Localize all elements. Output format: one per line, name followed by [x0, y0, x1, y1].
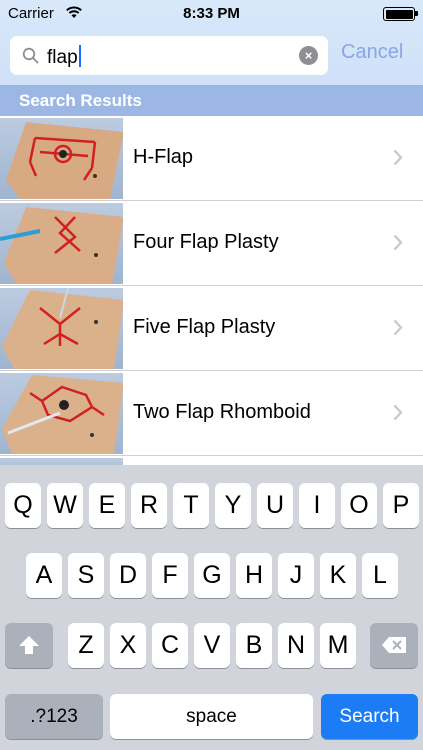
battery-icon [383, 7, 418, 21]
shift-icon [19, 636, 39, 654]
result-title: Four Flap Plasty [133, 231, 279, 253]
result-title: Two Flap Rhomboid [133, 401, 311, 423]
clear-text-icon[interactable]: × [299, 46, 318, 65]
key-w[interactable]: W [47, 483, 83, 528]
list-item-five-flap-plasty[interactable]: Five Flap Plasty [0, 286, 423, 371]
key-z[interactable]: Z [68, 623, 104, 668]
key-l[interactable]: L [362, 553, 398, 598]
two-flap-rhomboid-thumbnail [0, 373, 123, 454]
keyboard: Q W E R T Y U I O P A S D F G H J K L Z … [0, 465, 423, 750]
list-item-two-flap-rhomboid[interactable]: Two Flap Rhomboid [0, 371, 423, 456]
search-key[interactable]: Search [321, 694, 418, 739]
chevron-right-icon [393, 319, 403, 336]
key-t[interactable]: T [173, 483, 209, 528]
top-bar: Carrier 8:33 PM flap × Cancel [0, 0, 423, 85]
result-title: Five Flap Plasty [133, 316, 276, 338]
key-a[interactable]: A [26, 553, 62, 598]
key-b[interactable]: B [236, 623, 272, 668]
key-j[interactable]: J [278, 553, 314, 598]
key-e[interactable]: E [89, 483, 125, 528]
shift-key[interactable] [5, 623, 53, 668]
numbers-key[interactable]: .?123 [5, 694, 103, 739]
results-list: H-Flap Four Flap Plasty Five Flap Plasty [0, 116, 423, 478]
chevron-right-icon [393, 149, 403, 166]
delete-key[interactable] [370, 623, 418, 668]
backspace-icon [382, 637, 406, 653]
four-flap-plasty-thumbnail [0, 203, 123, 284]
h-flap-thumbnail [0, 118, 123, 199]
chevron-right-icon [393, 404, 403, 421]
status-time: 8:33 PM [183, 5, 240, 22]
key-r[interactable]: R [131, 483, 167, 528]
key-h[interactable]: H [236, 553, 272, 598]
list-item-four-flap-plasty[interactable]: Four Flap Plasty [0, 201, 423, 286]
key-p[interactable]: P [383, 483, 419, 528]
key-d[interactable]: D [110, 553, 146, 598]
list-item-h-flap[interactable]: H-Flap [0, 116, 423, 201]
key-o[interactable]: O [341, 483, 377, 528]
result-title: H-Flap [133, 146, 194, 168]
key-u[interactable]: U [257, 483, 293, 528]
key-y[interactable]: Y [215, 483, 251, 528]
key-i[interactable]: I [299, 483, 335, 528]
key-k[interactable]: K [320, 553, 356, 598]
key-n[interactable]: N [278, 623, 314, 668]
space-key[interactable]: space [110, 694, 313, 739]
key-x[interactable]: X [110, 623, 146, 668]
key-s[interactable]: S [68, 553, 104, 598]
key-q[interactable]: Q [5, 483, 41, 528]
magnifier-icon [22, 47, 39, 64]
chevron-right-icon [393, 234, 403, 251]
key-c[interactable]: C [152, 623, 188, 668]
key-f[interactable]: F [152, 553, 188, 598]
key-m[interactable]: M [320, 623, 356, 668]
search-input[interactable]: flap [47, 45, 81, 69]
cancel-button[interactable]: Cancel [341, 41, 403, 64]
section-header: Search Results [0, 85, 423, 116]
key-v[interactable]: V [194, 623, 230, 668]
five-flap-plasty-thumbnail [0, 288, 123, 369]
status-bar: Carrier 8:33 PM [0, 0, 423, 28]
key-g[interactable]: G [194, 553, 230, 598]
search-field[interactable]: flap × [10, 36, 328, 75]
